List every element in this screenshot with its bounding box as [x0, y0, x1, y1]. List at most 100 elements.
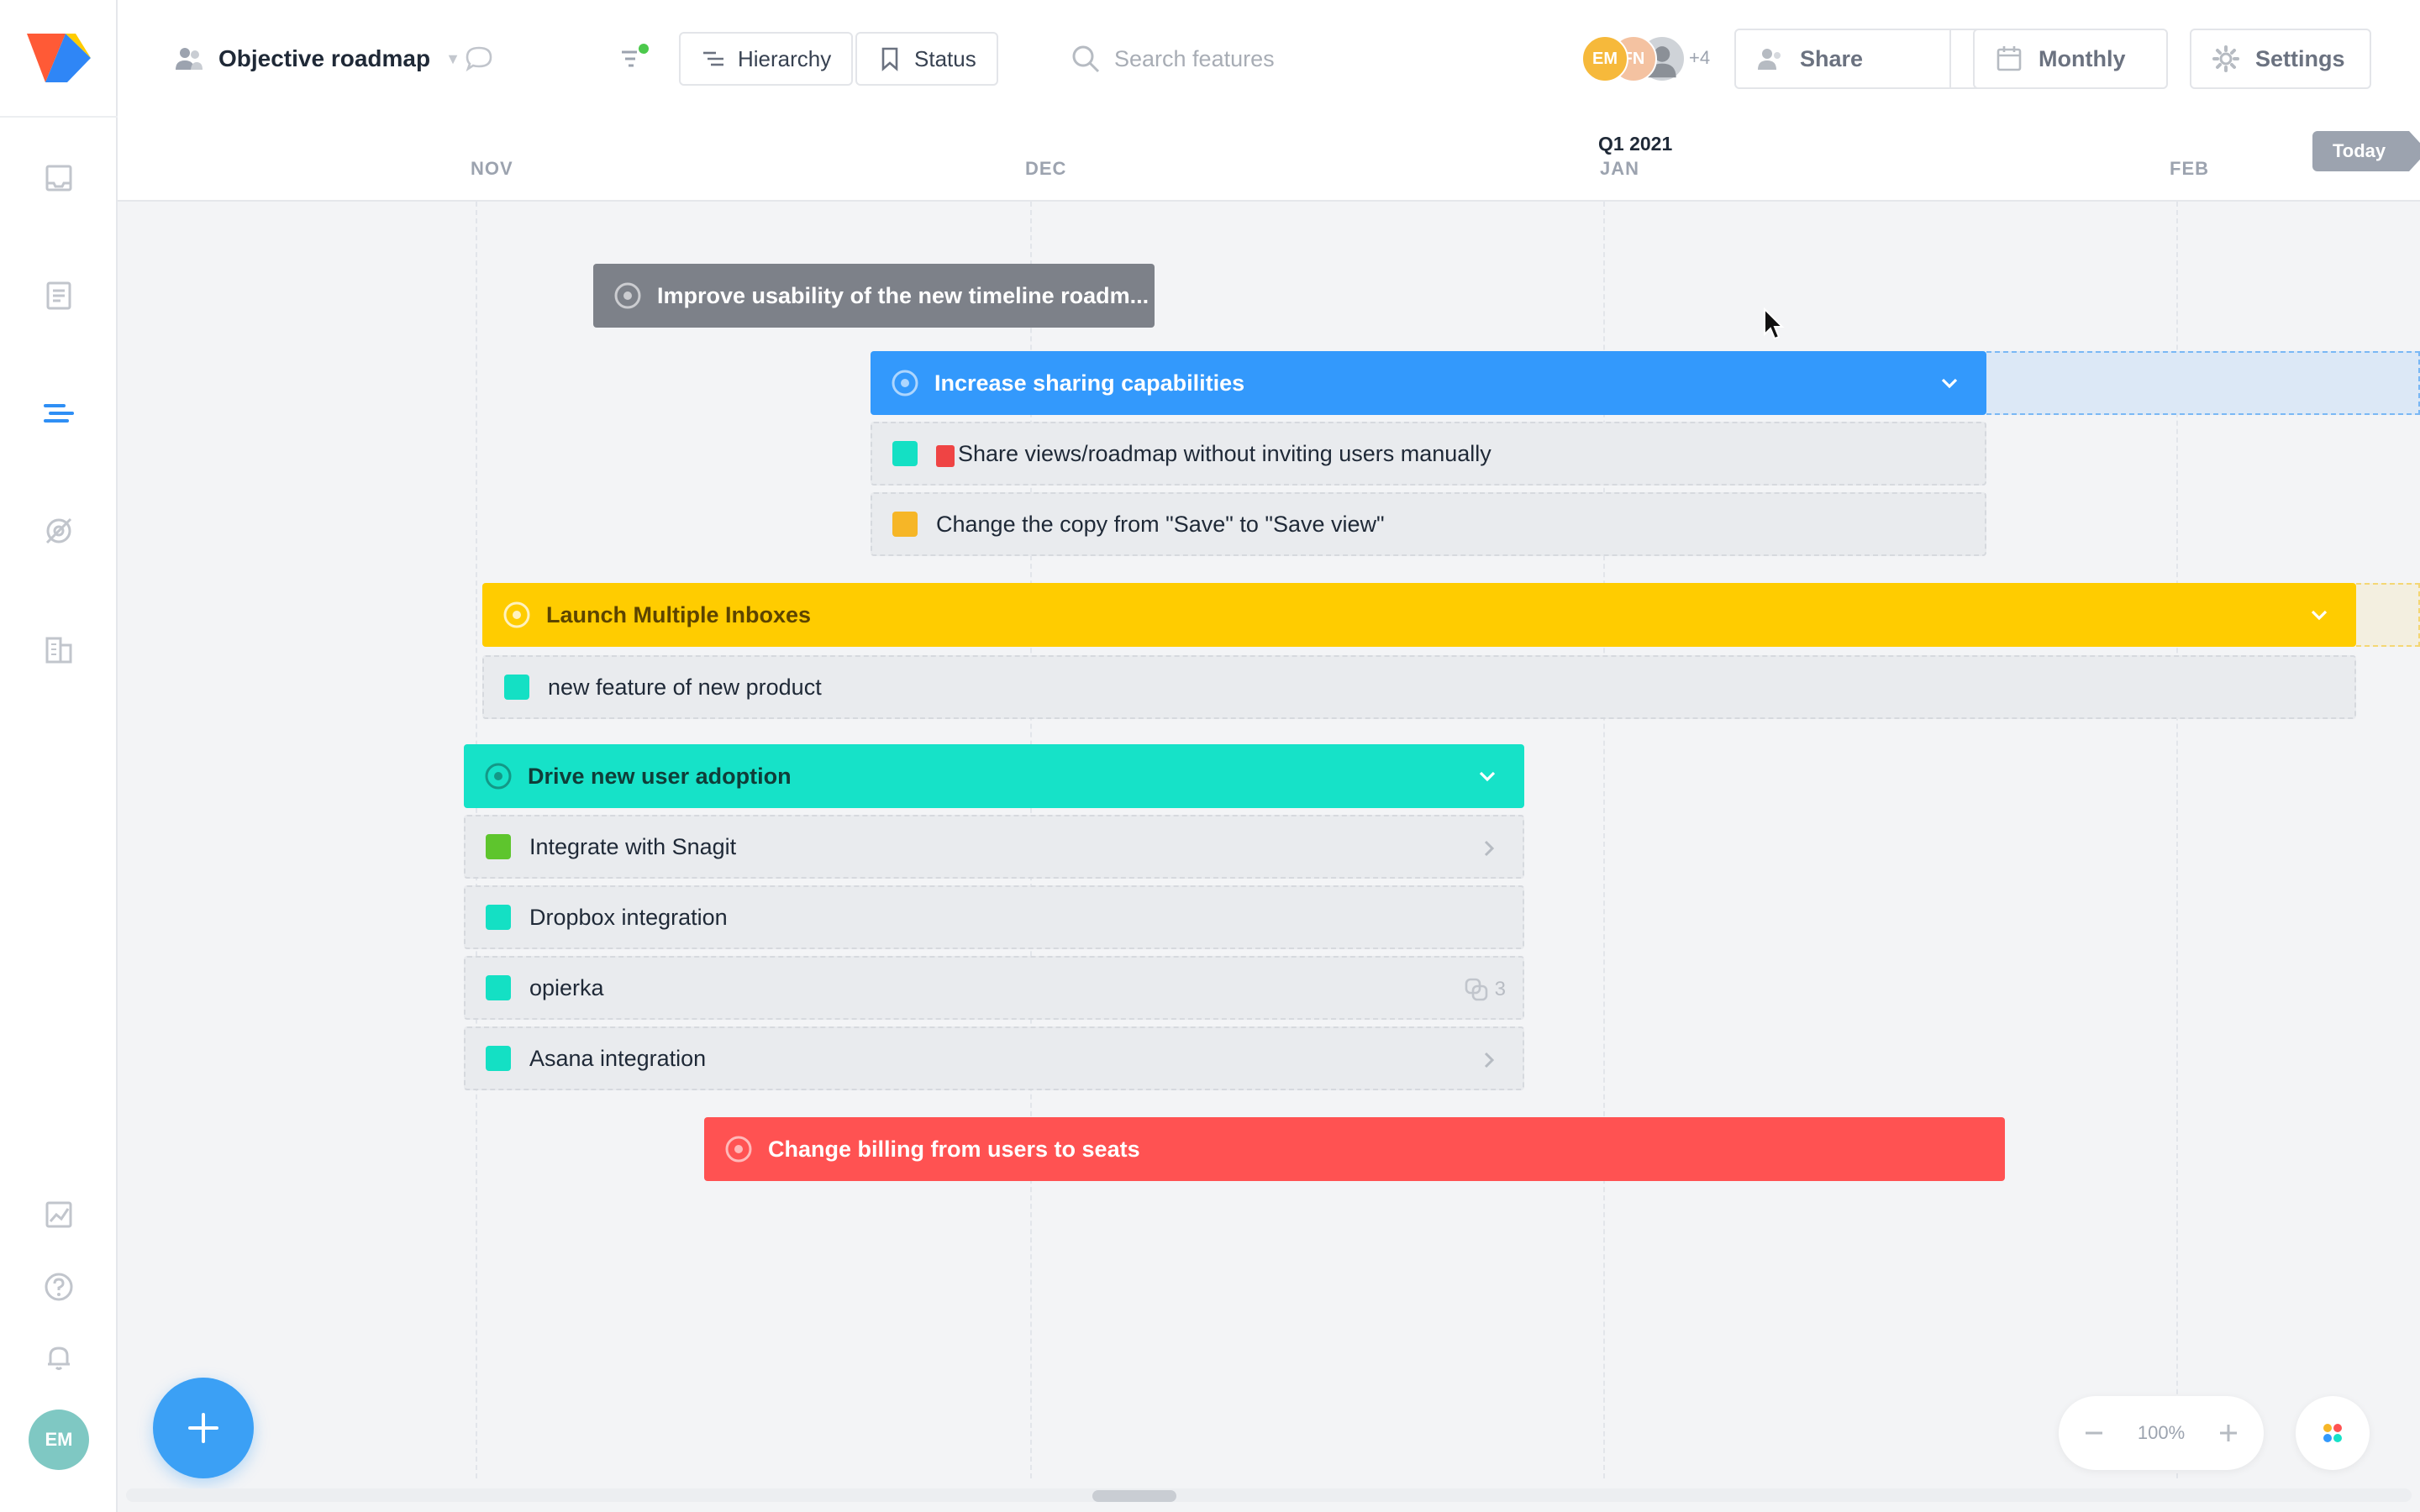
- month-label-dec: DEC: [1025, 158, 1067, 179]
- objective-target-icon: [725, 1136, 752, 1163]
- search-icon: [1072, 45, 1100, 73]
- objective-bar[interactable]: Launch Multiple Inboxes: [482, 583, 2356, 647]
- alarm-flag-icon: [936, 445, 955, 467]
- objective-title: Drive new user adoption: [528, 763, 792, 789]
- objective-bar[interactable]: Increase sharing capabilities: [871, 351, 1986, 415]
- apps-button[interactable]: [2296, 1396, 2370, 1470]
- link-icon: [1465, 978, 1487, 1001]
- top-toolbar: Objective roadmap ▼ Hierarchy Status EM …: [118, 0, 2420, 118]
- monthly-view-button[interactable]: Monthly: [1973, 29, 2168, 89]
- feature-title: opierka: [529, 974, 604, 1000]
- feature-item[interactable]: new feature of new product: [482, 655, 2356, 719]
- feature-title: new feature of new product: [548, 674, 822, 700]
- chevron-down-icon[interactable]: [1938, 371, 1961, 395]
- objective-title: Launch Multiple Inboxes: [546, 601, 812, 627]
- roadmap-title-dropdown[interactable]: Objective roadmap ▼: [173, 40, 460, 77]
- hierarchy-icon: [703, 51, 723, 66]
- more-users-count[interactable]: +4: [1689, 47, 1710, 69]
- feature-title: Change the copy from "Save" to "Save vie…: [936, 511, 1385, 537]
- objective-bar[interactable]: Drive new user adoption: [464, 744, 1524, 808]
- timeline-header: NOV DEC Q1 2021 JAN FEB Today: [118, 118, 2420, 202]
- feature-title: Share views/roadmap without inviting use…: [958, 440, 1491, 466]
- user-avatar-em[interactable]: EM: [1581, 35, 1628, 82]
- feature-status-square: [486, 1046, 511, 1071]
- plus-icon: [188, 1413, 218, 1443]
- status-button[interactable]: Status: [855, 32, 998, 86]
- notifications-bell-icon[interactable]: [42, 1341, 76, 1374]
- chevron-down-icon: ▼: [445, 50, 460, 67]
- objective-title: Improve usability of the new timeline ro…: [657, 282, 1150, 308]
- linked-items-count: 3: [1494, 978, 1506, 1000]
- chevron-right-icon[interactable]: [1479, 1050, 1499, 1070]
- objective-target-icon: [892, 370, 918, 396]
- calendar-icon: [1996, 46, 2022, 71]
- chevron-right-icon[interactable]: [1479, 838, 1499, 858]
- filter-icon[interactable]: [618, 42, 652, 76]
- mouse-cursor-icon: [1764, 307, 1785, 340]
- feature-item[interactable]: Share views/roadmap without inviting use…: [871, 422, 1986, 486]
- feature-status-square: [486, 905, 511, 930]
- roadmap-icon[interactable]: [42, 396, 76, 430]
- add-button[interactable]: [153, 1378, 254, 1478]
- current-user-avatar[interactable]: EM: [29, 1410, 89, 1470]
- gear-icon: [2212, 45, 2239, 72]
- zoom-out-icon[interactable]: [2082, 1421, 2106, 1445]
- scrollbar-thumb[interactable]: [1092, 1490, 1176, 1502]
- objective-target-icon: [503, 601, 530, 628]
- month-label-nov: NOV: [471, 158, 513, 179]
- zoom-control: 100%: [2059, 1396, 2264, 1470]
- feature-status-square: [892, 512, 918, 537]
- monthly-label: Monthly: [2039, 45, 2126, 71]
- feature-status-square: [892, 441, 918, 466]
- zoom-level: 100%: [2137, 1422, 2186, 1443]
- search-input[interactable]: [1114, 45, 1450, 72]
- objective-target-icon: [485, 763, 512, 790]
- zoom-in-icon[interactable]: [2217, 1421, 2240, 1445]
- feature-status-square: [486, 975, 511, 1000]
- help-icon[interactable]: [42, 1270, 76, 1304]
- share-users-icon: [1758, 49, 1781, 70]
- objective-timeline-extension: [2356, 583, 2420, 647]
- horizontal-scrollbar[interactable]: [126, 1488, 2412, 1502]
- month-label-feb: FEB: [2170, 158, 2209, 179]
- feature-status-square: [486, 834, 511, 859]
- hierarchy-button[interactable]: Hierarchy: [679, 32, 854, 86]
- inbox-icon[interactable]: [42, 161, 76, 195]
- status-label: Status: [914, 45, 976, 71]
- page-title: Objective roadmap: [218, 45, 431, 71]
- share-button[interactable]: Share: [1734, 29, 1951, 89]
- feature-title: Dropbox integration: [529, 904, 728, 930]
- feature-item[interactable]: opierka 3: [464, 956, 1524, 1020]
- quarter-label: Q1 2021: [1598, 133, 1673, 155]
- search-box[interactable]: [1071, 37, 1491, 81]
- app-logo[interactable]: [27, 34, 91, 82]
- chevron-down-icon[interactable]: [2307, 603, 2331, 627]
- objective-title: Change billing from users to seats: [768, 1136, 1140, 1162]
- bookmark-icon: [881, 47, 898, 71]
- apps-grid-icon: [2323, 1424, 2342, 1442]
- settings-button[interactable]: Settings: [2190, 29, 2371, 89]
- left-sidebar: EM: [0, 0, 118, 1512]
- feature-status-square: [504, 675, 529, 700]
- objective-bar[interactable]: Improve usability of the new timeline ro…: [593, 264, 1155, 328]
- chevron-down-icon[interactable]: [1476, 764, 1499, 788]
- share-label: Share: [1800, 45, 1864, 71]
- feature-item[interactable]: Change the copy from "Save" to "Save vie…: [871, 492, 1986, 556]
- settings-label: Settings: [2255, 45, 2345, 71]
- feature-item[interactable]: Asana integration: [464, 1026, 1524, 1090]
- feature-title: Integrate with Snagit: [529, 833, 737, 859]
- objective-bar[interactable]: Change billing from users to seats: [704, 1117, 2005, 1181]
- hierarchy-label: Hierarchy: [738, 45, 832, 71]
- reports-icon[interactable]: [42, 1198, 76, 1231]
- month-label-jan: JAN: [1600, 158, 1640, 179]
- objective-target-icon: [614, 282, 641, 309]
- feature-item[interactable]: Integrate with Snagit: [464, 815, 1524, 879]
- insights-icon[interactable]: [42, 514, 76, 548]
- linked-items-badge[interactable]: 3: [1463, 976, 1506, 1003]
- today-marker-button[interactable]: Today: [2312, 131, 2420, 171]
- comment-icon[interactable]: [464, 44, 494, 74]
- objective-title: Increase sharing capabilities: [934, 370, 1245, 396]
- companies-icon[interactable]: [42, 632, 76, 665]
- feature-item[interactable]: Dropbox integration: [464, 885, 1524, 949]
- features-list-icon[interactable]: [42, 279, 76, 312]
